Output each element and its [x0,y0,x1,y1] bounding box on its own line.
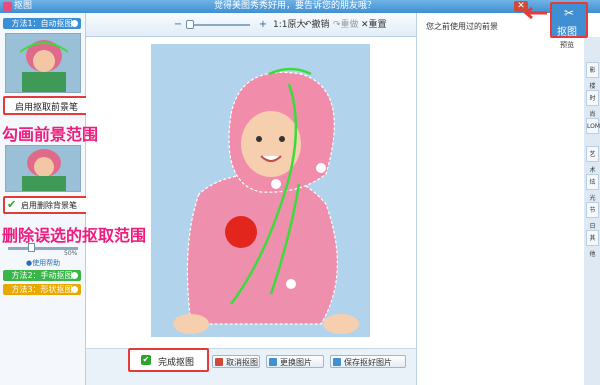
zoom-slider-thumb[interactable] [186,20,194,29]
redo-label: 重做 [340,20,359,30]
preview-link[interactable]: 预览 [560,40,574,50]
cancel-icon [215,358,223,366]
finish-cutout-label: 完成抠图 [158,358,195,368]
reset-button[interactable]: ✕重置 [361,19,387,31]
help-label: 使用帮助 [32,259,61,267]
replace-image-button[interactable]: 更换图片 [266,355,324,368]
save-cutout-button[interactable]: 保存抠好图片 [330,355,406,368]
method2-header[interactable]: 方法2：手动抠图 [3,270,81,281]
tab-glow[interactable]: 炫光 [586,174,599,202]
actual-size-button[interactable]: 1:1原大 [273,19,306,31]
child-photo [151,44,370,337]
undo-icon: ↶ [304,20,312,30]
tab-fashion[interactable]: 时尚 [586,90,599,118]
photo-canvas[interactable] [151,44,370,337]
enable-bg-brush-label: 启用删除背景笔 [21,201,77,210]
check-icon: ✔ [141,355,151,365]
reset-label: 重置 [368,20,387,30]
collapse-icon [71,20,78,27]
history-label: 您之前使用过的前景 [426,22,498,31]
arrow-left-icon [521,6,549,20]
method3-header[interactable]: 方法3：形状抠图 [3,284,81,295]
app-title: 抠图 [14,1,33,11]
tab-studio[interactable]: 影楼 [586,62,599,90]
method3-label: 方法3：形状抠图 [11,285,73,294]
undo-label: 撤销 [311,20,330,30]
tab-festival[interactable]: 节日 [586,202,599,230]
right-panel [416,13,600,385]
method1-label: 方法1：自动抠图 [11,19,73,28]
zoom-in-icon[interactable]: + [257,19,269,31]
enable-fg-brush-label: 启用抠取前景笔 [15,103,79,113]
undo-button[interactable]: ↶撤销 [304,19,330,31]
app-icon [3,2,12,11]
annotation-remove-selection: 删除误选的抠取范围 [2,226,147,245]
reset-icon: ✕ [361,20,369,30]
redo-icon: ↷ [333,20,341,30]
tab-art[interactable]: 艺术 [586,146,599,174]
help-link[interactable]: ●使用帮助 [26,258,60,268]
annotation-outline-foreground: 勾画前景范围 [2,125,99,144]
cancel-cutout-button[interactable]: 取消抠图 [212,355,260,368]
tab-other[interactable]: 其他 [586,230,599,258]
cutout-tool-button[interactable]: ✂ 抠图 [550,2,588,38]
window-title: 觉得美图秀秀好用，要告诉您的朋友哦？ [213,1,376,11]
expand-icon [71,286,78,293]
child-photo-thumbnail [6,34,80,92]
zoom-slider[interactable] [190,24,250,26]
method1-header[interactable]: 方法1：自动抠图 [3,18,81,29]
cancel-cutout-label: 取消抠图 [226,358,258,367]
save-icon [333,358,341,366]
sample-thumbnail-background [5,145,81,192]
sample-thumbnail-foreground [5,33,81,93]
replace-icon [269,358,277,366]
tab-lomo[interactable]: LOMO [586,118,600,134]
method2-label: 方法2：手动抠图 [11,271,73,280]
save-cutout-label: 保存抠好图片 [344,358,392,367]
child-photo-thumbnail-2 [6,146,80,191]
zoom-out-icon[interactable]: − [172,19,184,31]
redo-button[interactable]: ↷重做 [333,19,359,31]
checkmark-icon: ✔ [7,198,17,211]
brush-size-value: 50% [64,250,78,257]
expand-icon [71,272,78,279]
finish-cutout-button[interactable]: ✔ 完成抠图 [128,348,209,372]
replace-image-label: 更换图片 [280,358,312,367]
scissors-icon: ✂ [564,6,575,20]
cutout-label: 抠图 [557,27,577,38]
